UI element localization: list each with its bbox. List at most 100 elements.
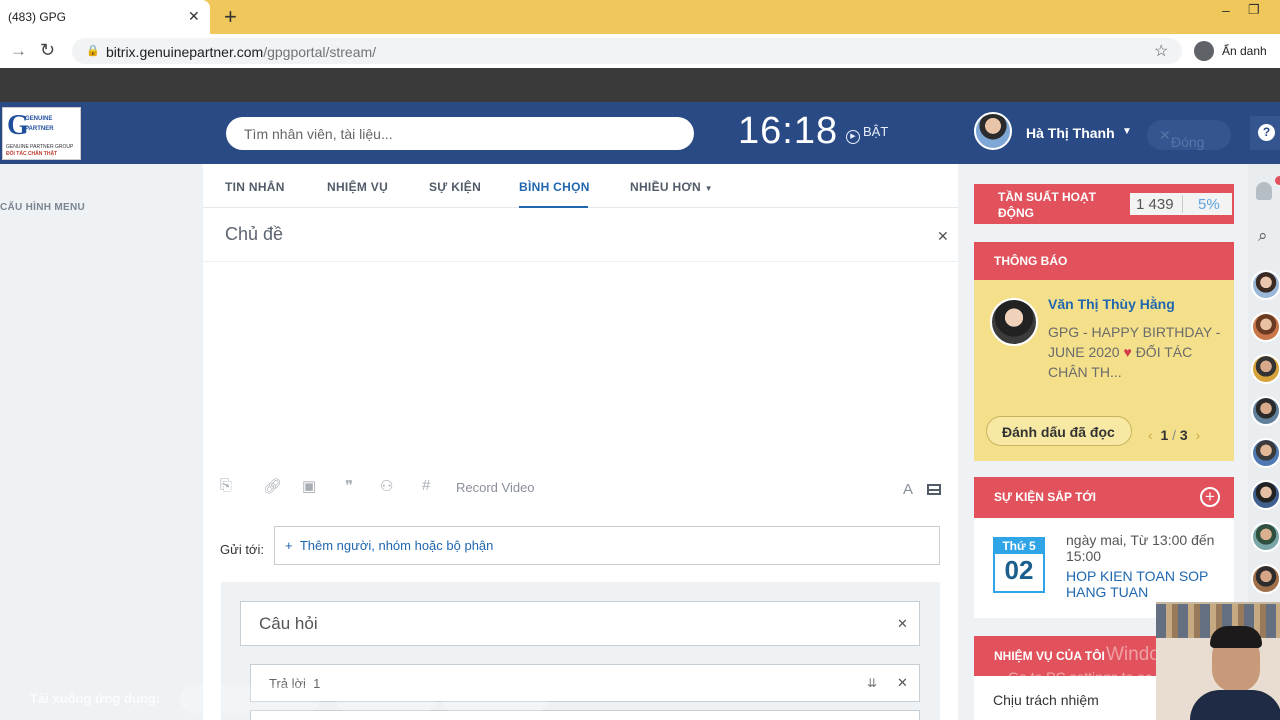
activity-stats: 1 439 5% [1130,193,1232,215]
activity-label: TẦN SUẤT HOẠT ĐỘNG [998,190,1096,220]
chevron-right-icon[interactable]: › [1196,427,1201,443]
close-tab-icon[interactable]: ✕ [188,8,200,25]
search-icon[interactable]: ⌕ [1258,226,1268,246]
url-text[interactable]: bitrix.genuinepartner.com/gpgportal/stre… [106,44,376,60]
remove-answer-icon[interactable]: ✕ [897,675,908,691]
link-icon[interactable]: 🔗︎ [263,477,282,495]
responsible-tab[interactable]: Chịu trách nhiệm [993,692,1099,708]
incognito-icon[interactable] [1194,41,1214,61]
send-to-label: Gửi tới: [220,542,264,557]
user-name[interactable]: Hà Thị Thanh [1026,125,1115,141]
video-icon[interactable]: ▣ [302,477,316,495]
new-tab-icon[interactable]: + [224,4,237,30]
mention-icon[interactable]: ⚇ [380,477,393,495]
omnibox[interactable]: 🔒 bitrix.genuinepartner.com/gpgportal/st… [72,38,1182,64]
drag-handle-icon[interactable]: ⇊ [867,676,877,690]
upload-file-icon[interactable]: ⎘ [220,477,232,494]
forward-icon[interactable]: → [10,41,27,61]
notification-dot [1275,176,1280,185]
chevron-down-icon: ▼ [704,184,713,193]
clock-time: 16:18 [738,110,839,152]
windows-store-icon[interactable] [180,685,320,713]
search-input[interactable] [244,117,684,150]
reload-icon[interactable]: ↻ [40,40,55,61]
activity-widget[interactable]: TẦN SUẤT HOẠT ĐỘNG 1 439 5% [974,184,1234,224]
notifications-header: THÔNG BÁO [974,242,1234,280]
contact-avatar[interactable] [1251,522,1280,552]
hashtag-icon[interactable]: # [422,477,430,494]
event-time: ngày mai, Từ 13:00 đến 15:00 [1066,532,1215,564]
browser-address-bar: → ↻ 🔒 bitrix.genuinepartner.com/gpgporta… [0,34,1280,68]
windows-watermark-hint: Go to PC settings to ac [1008,669,1152,685]
contact-avatar[interactable] [1251,270,1280,300]
clock-start-button[interactable]: ▶ BẬT [846,124,888,144]
tab-events[interactable]: SỰ KIỆN [429,180,481,194]
active-tab-indicator [519,206,588,208]
remove-question-icon[interactable]: ✕ [897,616,908,632]
user-avatar[interactable] [974,112,1012,150]
record-video-button[interactable]: Record Video [456,480,535,495]
contact-avatar[interactable] [1251,480,1280,510]
download-app-label: Tải xuống ứng dụng: [30,691,160,706]
feed-composer: TIN NHẮN NHIỆM VỤ SỰ KIỆN BÌNH CHỌN NHIỀ… [203,164,958,720]
lock-icon: 🔒 [86,45,100,57]
bell-icon[interactable] [1256,182,1272,200]
activity-count: 1 439 [1136,196,1174,213]
notification-author[interactable]: Văn Thị Thùy Hằng [1048,296,1175,312]
tab-tasks[interactable]: NHIỆM VỤ [327,180,388,194]
add-event-icon[interactable]: + [1200,487,1220,507]
quote-icon[interactable]: ❞ [345,477,353,495]
bookmark-star-icon[interactable]: ☆ [1154,41,1168,61]
contact-avatar[interactable] [1251,564,1280,594]
browser-tab[interactable]: (483) GPG ✕ [0,0,210,34]
chevron-down-icon[interactable]: ▼ [1122,126,1132,137]
browser-tab-bar: (483) GPG ✕ + – ❐ [0,0,1280,34]
presenter-body [1190,690,1280,720]
mac-store-icon[interactable] [336,685,436,713]
configure-menu-link[interactable]: CẤU HÌNH MENU [0,202,85,213]
bookmark-bar [0,68,1280,102]
activity-percent: 5% [1198,196,1220,213]
contact-avatar[interactable] [1251,312,1280,342]
company-logo[interactable]: G GENUINE PARTNER GENUINE PARTNER GROUP … [2,107,81,160]
presenter-hair [1210,626,1262,648]
mark-read-button[interactable]: Đánh dấu đã đọc [986,416,1132,446]
notification-pager: ‹ 1 / 3 › [1148,427,1201,443]
chevron-left-icon[interactable]: ‹ [1148,427,1153,443]
divider [1182,195,1183,213]
author-avatar[interactable] [990,298,1038,346]
contact-avatar[interactable] [1251,354,1280,384]
close-button[interactable]: ✕ Đóng [1147,120,1231,150]
tab-more[interactable]: NHIỀU HƠN ▼ [630,180,713,194]
question-field[interactable]: Câu hỏi ✕ [240,601,920,646]
help-button[interactable]: ? [1250,116,1280,150]
upcoming-events-header: SỰ KIỆN SẮP TỚI + [974,477,1234,518]
heart-icon: ♥ [1123,344,1132,360]
recipients-field[interactable]: + Thêm người, nhóm hoặc bộ phận [274,526,940,565]
tab-messages[interactable]: TIN NHẮN [225,180,285,194]
minimize-icon[interactable]: – [1222,2,1230,18]
panel-toggle-icon[interactable] [927,484,941,495]
tab-poll[interactable]: BÌNH CHỌN [519,180,590,194]
webcam-overlay [1156,602,1280,720]
event-title[interactable]: HOP KIEN TOAN SOP HANG TUAN [1066,568,1226,600]
global-search[interactable] [226,117,694,150]
incognito-label[interactable]: Ẩn danh [1222,44,1267,58]
help-icon: ? [1258,124,1275,141]
notification-card[interactable]: Văn Thị Thùy Hằng GPG - HAPPY BIRTHDAY -… [974,280,1234,461]
subject-field[interactable]: Chủ đề [225,224,283,245]
browser-tab-title: (483) GPG [8,10,67,24]
restore-icon[interactable]: ❐ [1248,2,1260,18]
contact-avatar[interactable] [1251,438,1280,468]
divider [203,261,958,262]
add-recipients-link[interactable]: + Thêm người, nhóm hoặc bộ phận [285,538,493,553]
linux-store-icon[interactable] [442,685,548,713]
notification-text[interactable]: GPG - HAPPY BIRTHDAY - JUNE 2020 ♥ ĐỐI T… [1048,322,1228,382]
close-subject-icon[interactable]: ✕ [937,228,949,245]
download-app-strip: Tải xuống ứng dụng: [0,680,560,720]
calendar-date-icon: Thứ 5 02 [993,537,1045,593]
contact-avatar[interactable] [1251,396,1280,426]
play-icon: ▶ [846,130,860,144]
left-menu: CẤU HÌNH MENU [0,164,203,720]
text-format-icon[interactable]: A [903,481,913,498]
